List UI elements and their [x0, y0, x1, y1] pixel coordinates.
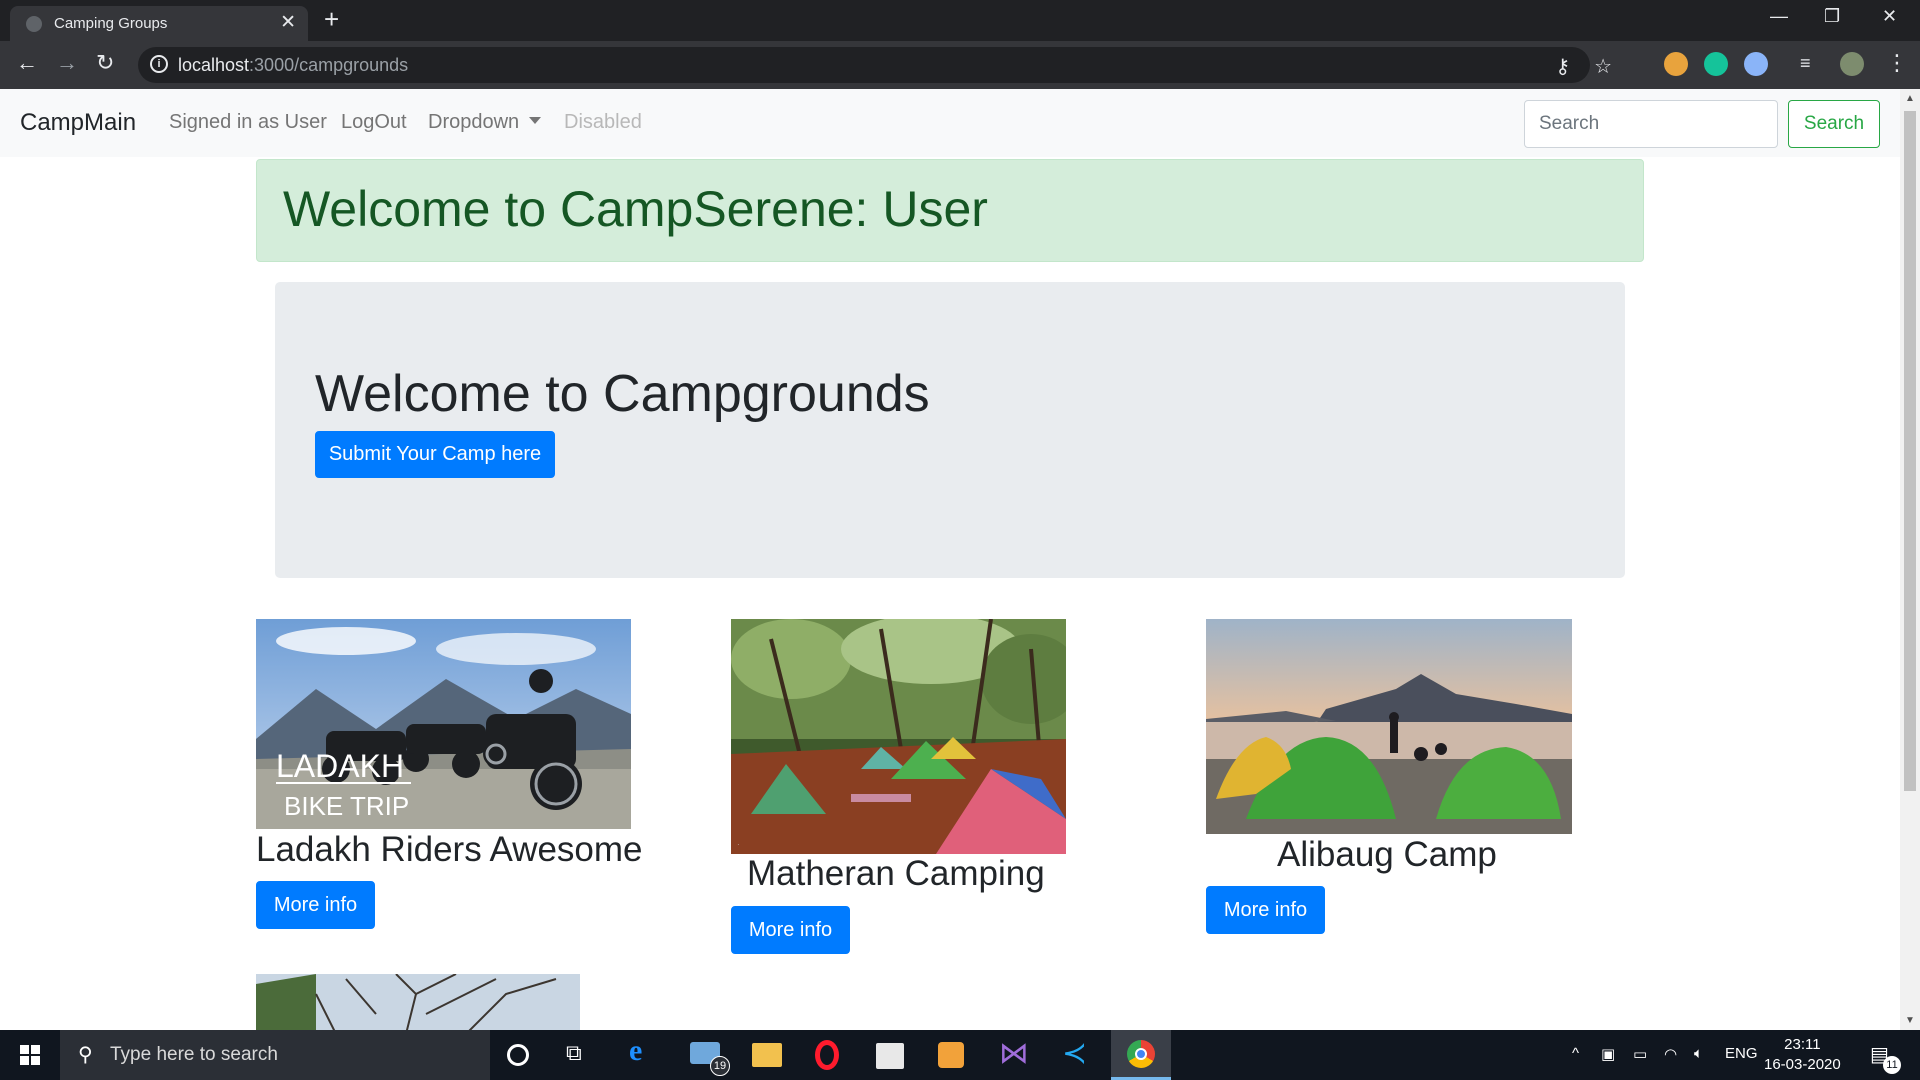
page-viewport: CampMain Signed in as User LogOut Dropdo…: [0, 89, 1900, 1030]
campground-image-matheran[interactable]: ·: [731, 619, 1066, 854]
back-icon[interactable]: ←: [16, 50, 38, 76]
visual-studio-icon[interactable]: ⋈: [999, 1036, 1029, 1070]
profile-avatar[interactable]: [1840, 52, 1864, 76]
chevron-down-icon: [529, 117, 542, 124]
browser-toolbar: ← → ↻ i localhost:3000/campgrounds ⚷ ☆ ≡…: [0, 41, 1920, 89]
new-tab-icon[interactable]: +: [324, 4, 339, 35]
site-info-icon[interactable]: i: [150, 55, 168, 73]
nav-signed-in[interactable]: Signed in as User: [169, 111, 327, 134]
campground-card: [256, 974, 580, 1030]
more-info-button[interactable]: More info: [256, 881, 375, 929]
address-bar[interactable]: i localhost:3000/campgrounds ⚷ ☆: [138, 47, 1612, 83]
search-icon: ⚲: [78, 1044, 93, 1066]
cookie-extension-icon[interactable]: [1664, 52, 1688, 76]
mail-badge: 19: [710, 1056, 730, 1076]
opera-icon[interactable]: [815, 1040, 839, 1070]
globe-icon: [26, 16, 42, 32]
campground-card: Alibaug Camp More info: [1206, 619, 1606, 934]
campground-title: Alibaug Camp: [1277, 835, 1497, 874]
more-info-button[interactable]: More info: [1206, 886, 1325, 934]
search-input[interactable]: [1524, 100, 1778, 148]
chrome-icon-center: [1135, 1048, 1147, 1060]
image-text-bike-trip: BIKE TRIP: [284, 791, 409, 821]
taskbar-search-text: Type here to search: [110, 1044, 278, 1065]
campground-title: Ladakh Riders Awesome: [256, 830, 643, 869]
browser-titlebar: Camping Groups ✕ + — ❐ ✕: [0, 0, 1920, 41]
svg-text:·: ·: [737, 840, 740, 849]
campground-card: · Matheran Camping More info: [731, 619, 1131, 954]
more-info-button[interactable]: More info: [731, 906, 850, 954]
scroll-up-icon[interactable]: ▲: [1905, 93, 1915, 104]
close-tab-icon[interactable]: ✕: [280, 11, 296, 34]
campground-card: LADAKH BIKE TRIP Ladakh Riders Awesome M…: [256, 619, 656, 929]
menu-icon[interactable]: ⋮: [1886, 50, 1908, 76]
grammarly-extension-icon[interactable]: [1704, 52, 1728, 76]
minimize-icon[interactable]: —: [1770, 6, 1788, 27]
nav-dropdown-label: Dropdown: [428, 111, 520, 133]
key-icon[interactable]: ⚷: [1555, 54, 1570, 79]
submit-camp-button[interactable]: Submit Your Camp here: [315, 431, 555, 478]
welcome-alert: Welcome to CampSerene: User: [256, 159, 1644, 262]
file-explorer-icon[interactable]: [752, 1043, 782, 1067]
close-window-icon[interactable]: ✕: [1882, 6, 1897, 27]
cortana-icon[interactable]: [507, 1044, 529, 1066]
extension-icon[interactable]: [1744, 52, 1768, 76]
image-text-ladakh: LADAKH: [276, 748, 404, 784]
campground-image-ladakh[interactable]: LADAKH BIKE TRIP: [256, 619, 631, 829]
forward-icon[interactable]: →: [56, 50, 78, 76]
notification-badge: 11: [1883, 1056, 1901, 1074]
language-indicator[interactable]: ENG: [1725, 1045, 1758, 1062]
nav-logout[interactable]: LogOut: [341, 111, 407, 134]
media-player-icon[interactable]: [938, 1042, 964, 1068]
store-icon[interactable]: [876, 1043, 904, 1069]
show-hidden-icons[interactable]: ^: [1572, 1045, 1579, 1062]
restore-icon[interactable]: ❐: [1824, 6, 1840, 27]
battery-icon[interactable]: ▭: [1633, 1045, 1647, 1063]
nav-disabled: Disabled: [564, 111, 642, 133]
task-view-icon[interactable]: ⧉: [566, 1040, 596, 1070]
windows-taskbar: ⚲ Type here to search ⧉ e 19 ⋈ ≺ ^ ▣ ▭ ◠…: [0, 1030, 1920, 1080]
chrome-taskbar-button[interactable]: [1111, 1030, 1171, 1080]
campground-image[interactable]: [256, 974, 580, 1030]
windows-start-icon[interactable]: [20, 1045, 40, 1065]
system-clock[interactable]: 23:11 16-03-2020: [1764, 1035, 1841, 1075]
search-button[interactable]: Search: [1788, 100, 1880, 148]
taskbar-search-box[interactable]: ⚲ Type here to search: [60, 1030, 490, 1080]
reload-icon[interactable]: ↻: [96, 50, 114, 76]
url-text[interactable]: localhost:3000/campgrounds: [178, 55, 408, 76]
campground-image-alibaug[interactable]: [1206, 619, 1572, 834]
page-scrollbar[interactable]: ▲ ▼: [1900, 89, 1920, 1030]
browser-tab[interactable]: Camping Groups ✕: [10, 6, 308, 41]
nav-dropdown[interactable]: Dropdown: [428, 111, 542, 134]
star-icon[interactable]: ☆: [1594, 54, 1612, 79]
campground-title: Matheran Camping: [747, 854, 1045, 893]
clock-date: 16-03-2020: [1764, 1056, 1841, 1073]
edge-icon[interactable]: e: [629, 1034, 659, 1067]
volume-icon[interactable]: 🔈︎: [1694, 1045, 1703, 1062]
media-controls-icon[interactable]: ≡: [1800, 53, 1811, 74]
vscode-icon[interactable]: ≺: [1062, 1036, 1092, 1070]
clock-time: 23:11: [1784, 1036, 1821, 1053]
navbar-brand[interactable]: CampMain: [20, 109, 136, 137]
wifi-icon[interactable]: ◠: [1664, 1045, 1677, 1063]
welcome-alert-text: Welcome to CampSerene: User: [283, 181, 988, 237]
navbar: CampMain Signed in as User LogOut Dropdo…: [0, 89, 1900, 157]
network-device-icon[interactable]: ▣: [1601, 1045, 1615, 1063]
jumbotron: Welcome to Campgrounds Submit Your Camp …: [275, 282, 1625, 578]
scroll-down-icon[interactable]: ▼: [1905, 1015, 1915, 1026]
tab-title: Camping Groups: [54, 15, 168, 32]
scroll-thumb[interactable]: [1904, 111, 1916, 791]
jumbotron-heading: Welcome to Campgrounds: [315, 365, 930, 423]
